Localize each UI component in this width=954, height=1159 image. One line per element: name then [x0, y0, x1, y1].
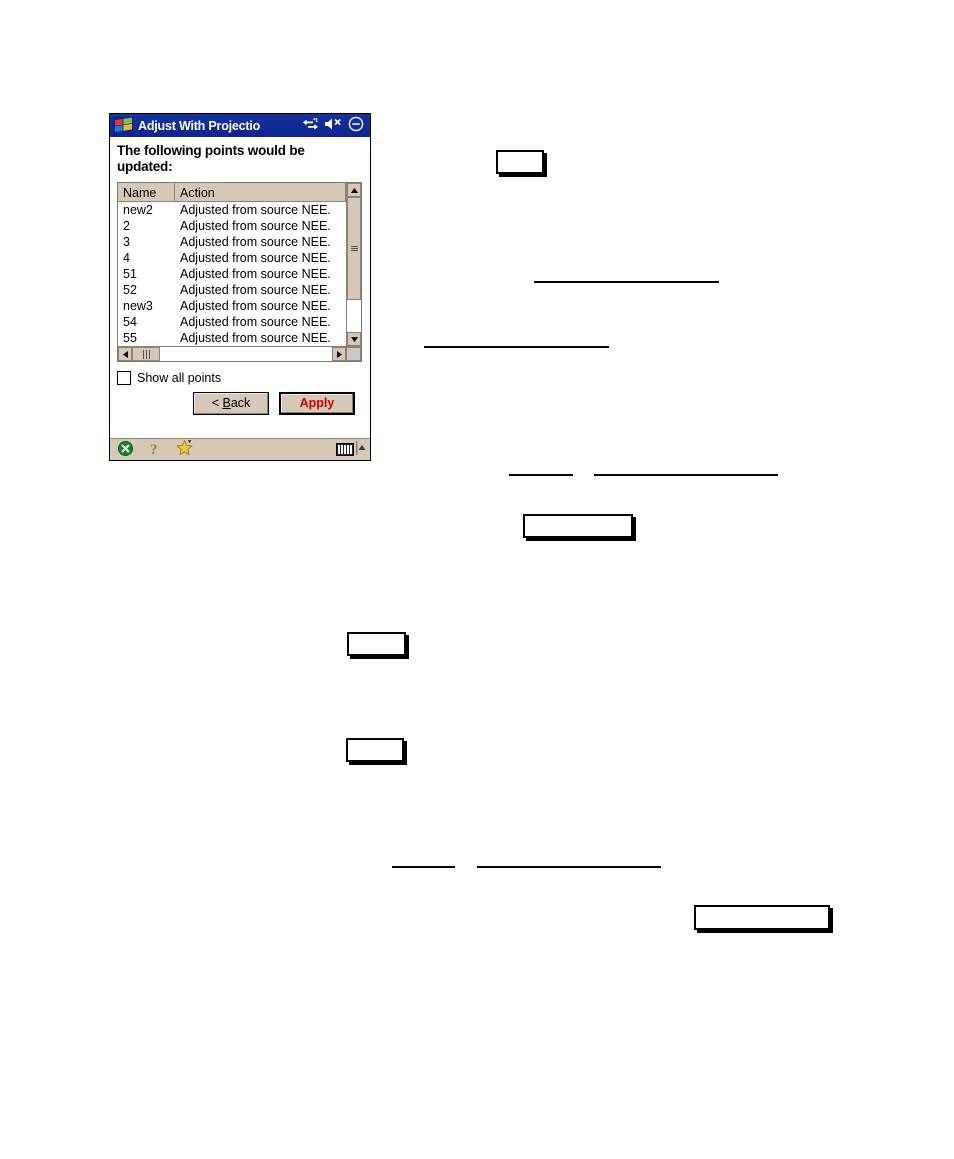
close-icon[interactable] [118, 440, 133, 459]
statusbar-right-icons [336, 441, 366, 458]
table-row[interactable]: 3 Adjusted from source NEE. [118, 234, 346, 250]
cell-name: new2 [123, 203, 153, 217]
back-button-suffix: ack [230, 396, 251, 410]
titlebar-title: Adjust With Projectio [138, 118, 261, 133]
help-icon[interactable]: ? [149, 441, 160, 459]
list-main: Name Action new2 Adjusted from source NE… [118, 183, 346, 346]
column-header-action[interactable]: Action [175, 183, 346, 202]
cell-name: 54 [123, 315, 137, 329]
table-row[interactable]: 4 Adjusted from source NEE. [118, 250, 346, 266]
table-row[interactable]: new2 Adjusted from source NEE. [118, 202, 346, 218]
show-all-points-checkbox[interactable] [117, 371, 131, 385]
scroll-down-arrow-icon[interactable] [347, 332, 361, 346]
dialog-body: The following points would be updated: N… [110, 137, 370, 439]
cell-action: Adjusted from source NEE. [180, 267, 331, 281]
horizontal-scroll-thumb[interactable] [132, 347, 160, 361]
redaction-rule-6 [477, 866, 661, 868]
redaction-box-5 [694, 905, 830, 930]
cell-name: 52 [123, 283, 137, 297]
vertical-scroll-thumb[interactable] [347, 197, 361, 300]
cell-action: Adjusted from source NEE. [180, 315, 331, 329]
list-header-row: Name Action [118, 183, 346, 202]
table-row[interactable]: 2 Adjusted from source NEE. [118, 218, 346, 234]
table-row[interactable]: 55 Adjusted from source NEE. [118, 330, 346, 346]
scroll-right-arrow-icon[interactable] [332, 347, 346, 361]
svg-text:?: ? [150, 442, 158, 456]
volume-muted-icon[interactable] [324, 117, 342, 134]
cell-action: Adjusted from source NEE. [180, 283, 331, 297]
cell-name: 55 [123, 331, 137, 345]
cell-action: Adjusted from source NEE. [180, 251, 331, 265]
redaction-rule-4 [594, 474, 778, 476]
cell-action: Adjusted from source NEE. [180, 203, 331, 217]
cell-action: Adjusted from source NEE. [180, 219, 331, 233]
cell-name: 3 [123, 235, 130, 249]
scroll-up-arrow-icon[interactable] [347, 183, 361, 197]
redaction-box-1 [496, 150, 544, 174]
points-list[interactable]: Name Action new2 Adjusted from source NE… [117, 182, 362, 362]
vertical-scrollbar[interactable] [346, 183, 361, 346]
back-button-prefix: < [211, 396, 223, 410]
show-all-points-label: Show all points [137, 371, 222, 385]
statusbar: ? [110, 438, 370, 460]
keyboard-sip-icon[interactable] [336, 443, 354, 456]
cell-action: Adjusted from source NEE. [180, 331, 331, 345]
show-all-points-row[interactable]: Show all points [117, 371, 363, 385]
pda-dialog-window: Adjust With Projectio The following poin… [109, 113, 371, 461]
cell-name: 2 [123, 219, 130, 233]
horizontal-scroll-track[interactable] [132, 347, 332, 361]
table-row[interactable]: 54 Adjusted from source NEE. [118, 314, 346, 330]
redaction-box-2 [523, 514, 633, 538]
cell-name: new3 [123, 299, 153, 313]
cell-name: 51 [123, 267, 137, 281]
titlebar: Adjust With Projectio [110, 114, 370, 137]
redaction-rule-3 [509, 474, 573, 476]
titlebar-icon-group [303, 116, 367, 135]
list-rows: new2 Adjusted from source NEE. 2 Adjuste… [118, 202, 346, 346]
statusbar-left-icons: ? [114, 439, 336, 459]
sip-chevron-up-icon[interactable] [356, 441, 366, 458]
connectivity-icon[interactable] [303, 117, 318, 134]
redaction-rule-5 [392, 866, 455, 868]
redaction-box-4 [346, 738, 404, 762]
scroll-left-arrow-icon[interactable] [118, 347, 132, 361]
list-top: Name Action new2 Adjusted from source NE… [118, 183, 361, 346]
redaction-rule-2 [424, 346, 609, 348]
table-row[interactable]: 51 Adjusted from source NEE. [118, 266, 346, 282]
redaction-box-3 [347, 632, 406, 656]
scroll-thumb-grip-icon [142, 349, 151, 359]
back-button-accel: B [222, 396, 231, 410]
cell-action: Adjusted from source NEE. [180, 299, 331, 313]
cell-action: Adjusted from source NEE. [180, 235, 331, 249]
apply-button[interactable]: Apply [279, 392, 355, 415]
redaction-rule-1 [534, 281, 719, 283]
column-header-name[interactable]: Name [118, 183, 175, 202]
vertical-scroll-track[interactable] [347, 197, 361, 332]
windows-flag-icon [113, 116, 133, 135]
minimize-icon[interactable] [348, 116, 364, 135]
scroll-thumb-grip-icon [350, 245, 358, 252]
back-button[interactable]: < Back [193, 392, 269, 415]
cell-name: 4 [123, 251, 130, 265]
table-row[interactable]: new3 Adjusted from source NEE. [118, 298, 346, 314]
prompt-text: The following points would be updated: [117, 143, 305, 174]
horizontal-scrollbar[interactable] [118, 346, 361, 361]
document-page: Adjust With Projectio The following poin… [0, 0, 954, 1159]
favorites-star-icon[interactable] [176, 439, 194, 459]
dialog-button-row: < Back Apply [117, 392, 363, 415]
scrollbar-corner [346, 347, 361, 361]
table-row[interactable]: 52 Adjusted from source NEE. [118, 282, 346, 298]
